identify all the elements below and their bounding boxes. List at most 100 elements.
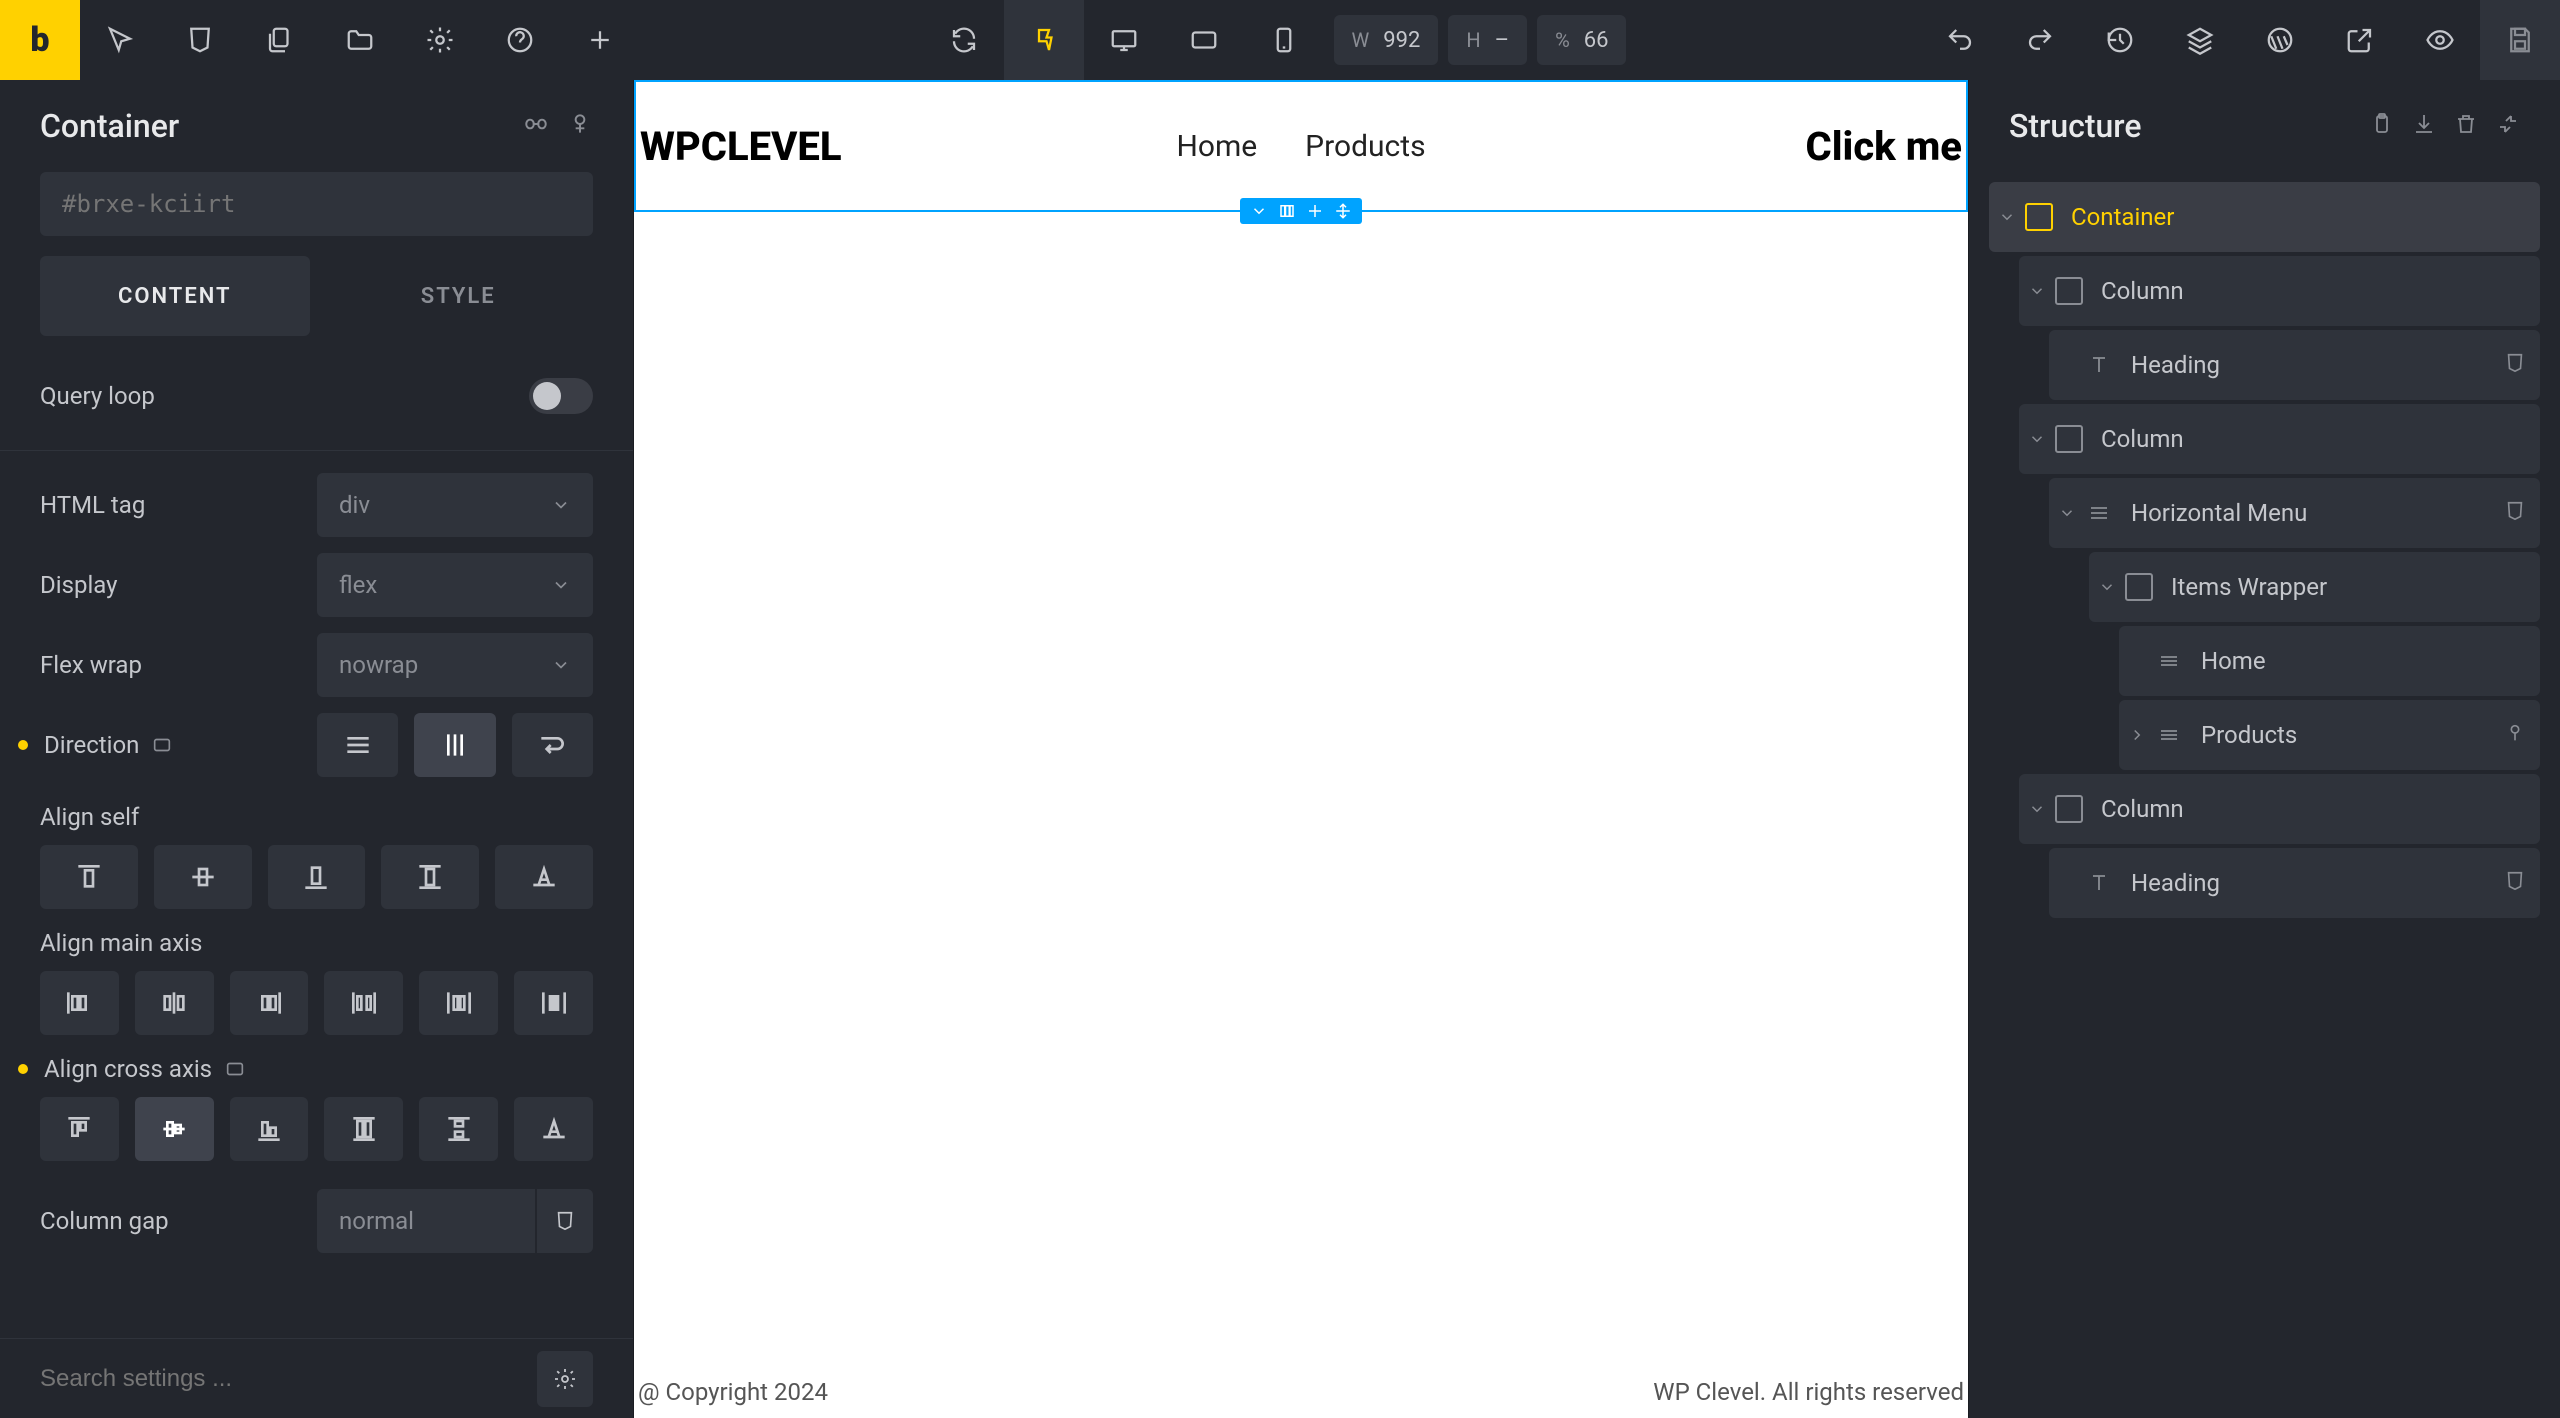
justify-evenly-icon[interactable]: [514, 971, 593, 1035]
display-select[interactable]: flex: [317, 553, 593, 617]
column-gap-input[interactable]: normal: [317, 1189, 535, 1253]
align-cross-stretch-icon[interactable]: [324, 1097, 403, 1161]
panel-title: Container: [40, 107, 179, 145]
history-icon[interactable]: [2080, 0, 2160, 80]
align-cross-center-icon[interactable]: [135, 1097, 214, 1161]
layers-icon[interactable]: [2160, 0, 2240, 80]
folder-icon[interactable]: [320, 0, 400, 80]
refresh-icon[interactable]: [924, 0, 1004, 80]
link-icon[interactable]: [523, 111, 549, 141]
element-id-input[interactable]: [40, 172, 593, 236]
help-icon[interactable]: [480, 0, 560, 80]
align-self-baseline-icon[interactable]: [495, 845, 593, 909]
collapse-icon[interactable]: [2496, 112, 2520, 140]
search-settings-input[interactable]: [40, 1365, 523, 1393]
direction-row-icon[interactable]: [317, 713, 398, 777]
css-badge-icon: [2504, 500, 2526, 526]
split-icon[interactable]: [1306, 202, 1324, 220]
justify-end-icon[interactable]: [230, 971, 309, 1035]
selection-handle-bar[interactable]: [1240, 198, 1362, 224]
settings-gear-icon[interactable]: [400, 0, 480, 80]
site-brand[interactable]: WPCLEVEL: [640, 123, 842, 170]
justify-between-icon[interactable]: [324, 971, 403, 1035]
align-self-end-icon[interactable]: [268, 845, 366, 909]
cursor-icon[interactable]: [80, 0, 160, 80]
search-settings-gear-icon[interactable]: [537, 1351, 593, 1407]
flex-wrap-select[interactable]: nowrap: [317, 633, 593, 697]
tree-container[interactable]: Container: [1989, 182, 2540, 252]
justify-start-icon[interactable]: [40, 971, 119, 1035]
tab-content[interactable]: CONTENT: [40, 256, 310, 336]
justify-around-icon[interactable]: [419, 971, 498, 1035]
tablet-landscape-icon[interactable]: [1164, 0, 1244, 80]
tree-heading-2[interactable]: Heading: [2049, 848, 2540, 918]
wordpress-icon[interactable]: [2240, 0, 2320, 80]
align-self-label: Align self: [40, 803, 593, 831]
footer-right: WP Clevel. All rights reserved: [1653, 1378, 1964, 1406]
base-breakpoint-icon[interactable]: [1004, 0, 1084, 80]
trash-icon[interactable]: [2454, 112, 2478, 140]
align-cross-label: Align cross axis: [40, 1055, 593, 1083]
move-icon[interactable]: [1334, 202, 1352, 220]
save-button[interactable]: [2480, 0, 2560, 80]
pages-icon[interactable]: [240, 0, 320, 80]
tree-heading-1[interactable]: Heading: [2049, 330, 2540, 400]
tree-column-3[interactable]: Column: [2019, 774, 2540, 844]
align-self-center-icon[interactable]: [154, 845, 252, 909]
undo-icon[interactable]: [1920, 0, 2000, 80]
pin-badge-icon: [2504, 722, 2526, 748]
css-badge-icon: [2504, 870, 2526, 896]
structure-title: Structure: [2009, 107, 2141, 145]
menu-home[interactable]: Home: [1176, 129, 1257, 164]
zoom-field[interactable]: %66: [1537, 15, 1626, 65]
tree-menu-home[interactable]: Home: [2119, 626, 2540, 696]
direction-column-icon[interactable]: [414, 713, 495, 777]
app-logo[interactable]: b: [0, 0, 80, 80]
chevron-down-icon[interactable]: [1250, 202, 1268, 220]
site-footer: @ Copyright 2024 WP Clevel. All rights r…: [634, 1366, 1968, 1418]
selected-container[interactable]: WPCLEVEL Home Products Click me: [634, 80, 1968, 212]
query-loop-toggle[interactable]: [529, 378, 593, 414]
external-link-icon[interactable]: [2320, 0, 2400, 80]
tree-horizontal-menu[interactable]: Horizontal Menu: [2049, 478, 2540, 548]
preview-eye-icon[interactable]: [2400, 0, 2480, 80]
canvas[interactable]: WPCLEVEL Home Products Click me @ Copyri…: [634, 80, 1968, 1418]
column-gap-css-icon[interactable]: [537, 1189, 593, 1253]
menu-products[interactable]: Products: [1305, 129, 1425, 164]
justify-center-icon[interactable]: [135, 971, 214, 1035]
tree-items-wrapper[interactable]: Items Wrapper: [2089, 552, 2540, 622]
align-self-start-icon[interactable]: [40, 845, 138, 909]
tree-column-2[interactable]: Column: [2019, 404, 2540, 474]
add-icon[interactable]: [560, 0, 640, 80]
width-field[interactable]: W992: [1334, 15, 1439, 65]
align-self-stretch-icon[interactable]: [381, 845, 479, 909]
css-shield-icon[interactable]: [160, 0, 240, 80]
clipboard-icon[interactable]: [2370, 112, 2394, 140]
align-cross-baseline-icon[interactable]: [514, 1097, 593, 1161]
html-tag-select[interactable]: div: [317, 473, 593, 537]
direction-wrap-icon[interactable]: [512, 713, 593, 777]
redo-icon[interactable]: [2000, 0, 2080, 80]
columns-icon[interactable]: [1278, 202, 1296, 220]
structure-panel: Structure Container Column: [1968, 80, 2560, 1418]
align-cross-end-icon[interactable]: [230, 1097, 309, 1161]
tab-style[interactable]: STYLE: [324, 256, 594, 336]
flex-wrap-label: Flex wrap: [40, 651, 317, 679]
tree-menu-products[interactable]: Products: [2119, 700, 2540, 770]
mobile-icon[interactable]: [1244, 0, 1324, 80]
align-cross-between-icon[interactable]: [419, 1097, 498, 1161]
download-icon[interactable]: [2412, 112, 2436, 140]
column-gap-label: Column gap: [40, 1207, 317, 1235]
pin-icon[interactable]: [567, 111, 593, 141]
tree-column-1[interactable]: Column: [2019, 256, 2540, 326]
footer-left: @ Copyright 2024: [638, 1378, 828, 1406]
desktop-wide-icon[interactable]: [1084, 0, 1164, 80]
align-cross-start-icon[interactable]: [40, 1097, 119, 1161]
align-main-label: Align main axis: [40, 929, 593, 957]
css-badge-icon: [2504, 352, 2526, 378]
height-field[interactable]: H–: [1448, 15, 1527, 65]
top-toolbar: b W992 H– %66: [0, 0, 2560, 80]
direction-label: Direction: [40, 731, 317, 759]
site-cta[interactable]: Click me: [1806, 123, 1962, 170]
html-tag-label: HTML tag: [40, 491, 317, 519]
